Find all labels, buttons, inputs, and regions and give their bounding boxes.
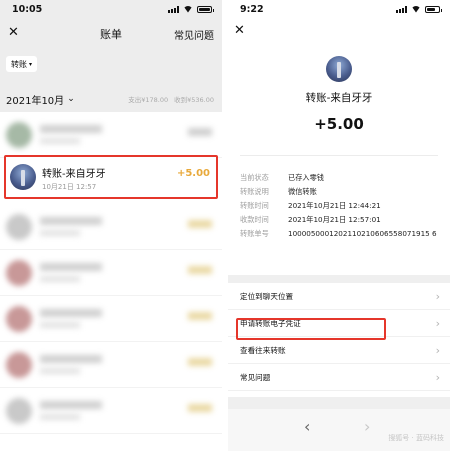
nav-bar: ✕ <box>228 18 450 48</box>
transfer-name: 转账-来自牙牙 <box>42 169 106 180</box>
forward-arrow-icon[interactable]: › <box>364 417 370 436</box>
battery-icon <box>197 5 214 13</box>
detail-list: 当前状态 已存入零钱 转账说明 微信转账 转账时间 2021年10月21日 12… <box>240 172 440 242</box>
detail-value: 微信转账 <box>288 187 317 196</box>
list-item[interactable] <box>0 342 222 388</box>
caret-down-icon: ▾ <box>29 60 33 68</box>
close-icon[interactable]: ✕ <box>234 24 245 37</box>
detail-key: 当前状态 <box>240 173 269 182</box>
detail-row-note: 转账说明 微信转账 <box>240 186 440 198</box>
detail-value: 已存入零钱 <box>288 173 324 182</box>
transfer-title: 转账-来自牙牙 <box>305 92 373 104</box>
battery-icon <box>425 5 442 13</box>
menu-item-label: 查看往来转账 <box>240 345 286 355</box>
browser-bottom-nav: ‹ › 搜狐号 · 蓝码科技 <box>228 409 450 451</box>
transfer-detail-screen: 9:22 ✕ 转账-来自牙牙 +5.00 当前状态 已存入零钱 转账说明 微信转… <box>228 0 450 451</box>
chevron-down-icon: ⌄ <box>67 94 75 104</box>
expense-total: 支出¥178.00 <box>128 96 169 104</box>
watermark: 搜狐号 · 蓝码科技 <box>388 434 444 442</box>
status-time: 9:22 <box>240 3 264 15</box>
avatar <box>326 56 352 82</box>
faq-link[interactable]: 常见问题 <box>174 27 214 42</box>
detail-row-transfer-time: 转账时间 2021年10月21日 12:44:21 <box>240 200 440 212</box>
list-item[interactable] <box>0 296 222 342</box>
back-arrow-icon[interactable]: ‹ <box>304 417 310 436</box>
income-total: 收到¥536.00 <box>174 96 214 104</box>
detail-row-status: 当前状态 已存入零钱 <box>240 172 440 184</box>
detail-value: 2021年10月21日 12:57:01 <box>288 215 381 224</box>
menu-item-view-transfers[interactable]: 查看往来转账 › <box>228 337 450 364</box>
transfer-amount: +5.00 <box>314 115 364 133</box>
close-icon[interactable]: ✕ <box>8 26 19 39</box>
list-item[interactable] <box>0 112 222 158</box>
menu-item-locate-chat[interactable]: 定位到聊天位置 › <box>228 283 450 310</box>
detail-value: 2021年10月21日 12:44:21 <box>288 201 381 210</box>
month-sums: 支出¥178.00 收到¥536.00 <box>128 94 214 104</box>
menu-item-label: 常见问题 <box>240 372 271 382</box>
chevron-right-icon: › <box>435 316 440 330</box>
chevron-right-icon: › <box>435 343 440 357</box>
detail-row-receive-time: 收款时间 2021年10月21日 12:57:01 <box>240 214 440 226</box>
list-item[interactable] <box>0 388 222 434</box>
nav-bar: ✕ 账单 常见问题 <box>0 18 222 50</box>
page-title: 账单 <box>100 28 122 41</box>
detail-value: 1000050001202110210606558071915 6 <box>288 229 437 238</box>
detail-row-order-number: 转账单号 1000050001202110210606558071915 6 <box>240 228 440 240</box>
avatar <box>10 164 36 190</box>
transfer-date: 10月21日 12:57 <box>42 183 97 191</box>
transfer-amount: +5.00 <box>176 168 210 179</box>
status-bar: 10:05 <box>0 0 222 18</box>
detail-key: 转账时间 <box>240 201 269 210</box>
signal-icon <box>168 5 179 13</box>
filter-chip-transfer[interactable]: 转账 ▾ <box>6 56 38 72</box>
highlight-box-voucher <box>236 318 386 340</box>
divider <box>240 155 438 156</box>
month-label: 2021年10月 <box>6 95 65 107</box>
bill-list-screen: 10:05 ✕ 账单 常见问题 转账 ▾ 2021年10月 ⌄ 支出¥178.0… <box>0 0 222 451</box>
list-item[interactable] <box>0 204 222 250</box>
detail-key: 转账说明 <box>240 187 269 196</box>
chevron-right-icon: › <box>435 370 440 384</box>
chevron-right-icon: › <box>435 289 440 303</box>
signal-icon <box>396 5 407 13</box>
wifi-icon <box>411 6 421 13</box>
month-selector[interactable]: 2021年10月 ⌄ <box>6 92 75 107</box>
month-bar: 2021年10月 ⌄ 支出¥178.00 收到¥536.00 <box>0 88 222 110</box>
menu-item-label: 定位到聊天位置 <box>240 291 294 301</box>
status-time: 10:05 <box>12 3 43 15</box>
list-item[interactable] <box>0 250 222 296</box>
section-gap <box>228 275 450 283</box>
highlighted-transfer-row[interactable]: 转账-来自牙牙 10月21日 12:57 +5.00 <box>4 155 218 199</box>
wifi-icon <box>183 6 193 13</box>
filter-chip-label: 转账 <box>11 59 27 69</box>
status-bar: 9:22 <box>228 0 450 18</box>
detail-key: 转账单号 <box>240 229 269 238</box>
section-gap <box>228 397 450 409</box>
menu-item-faq[interactable]: 常见问题 › <box>228 364 450 391</box>
detail-key: 收款时间 <box>240 215 269 224</box>
